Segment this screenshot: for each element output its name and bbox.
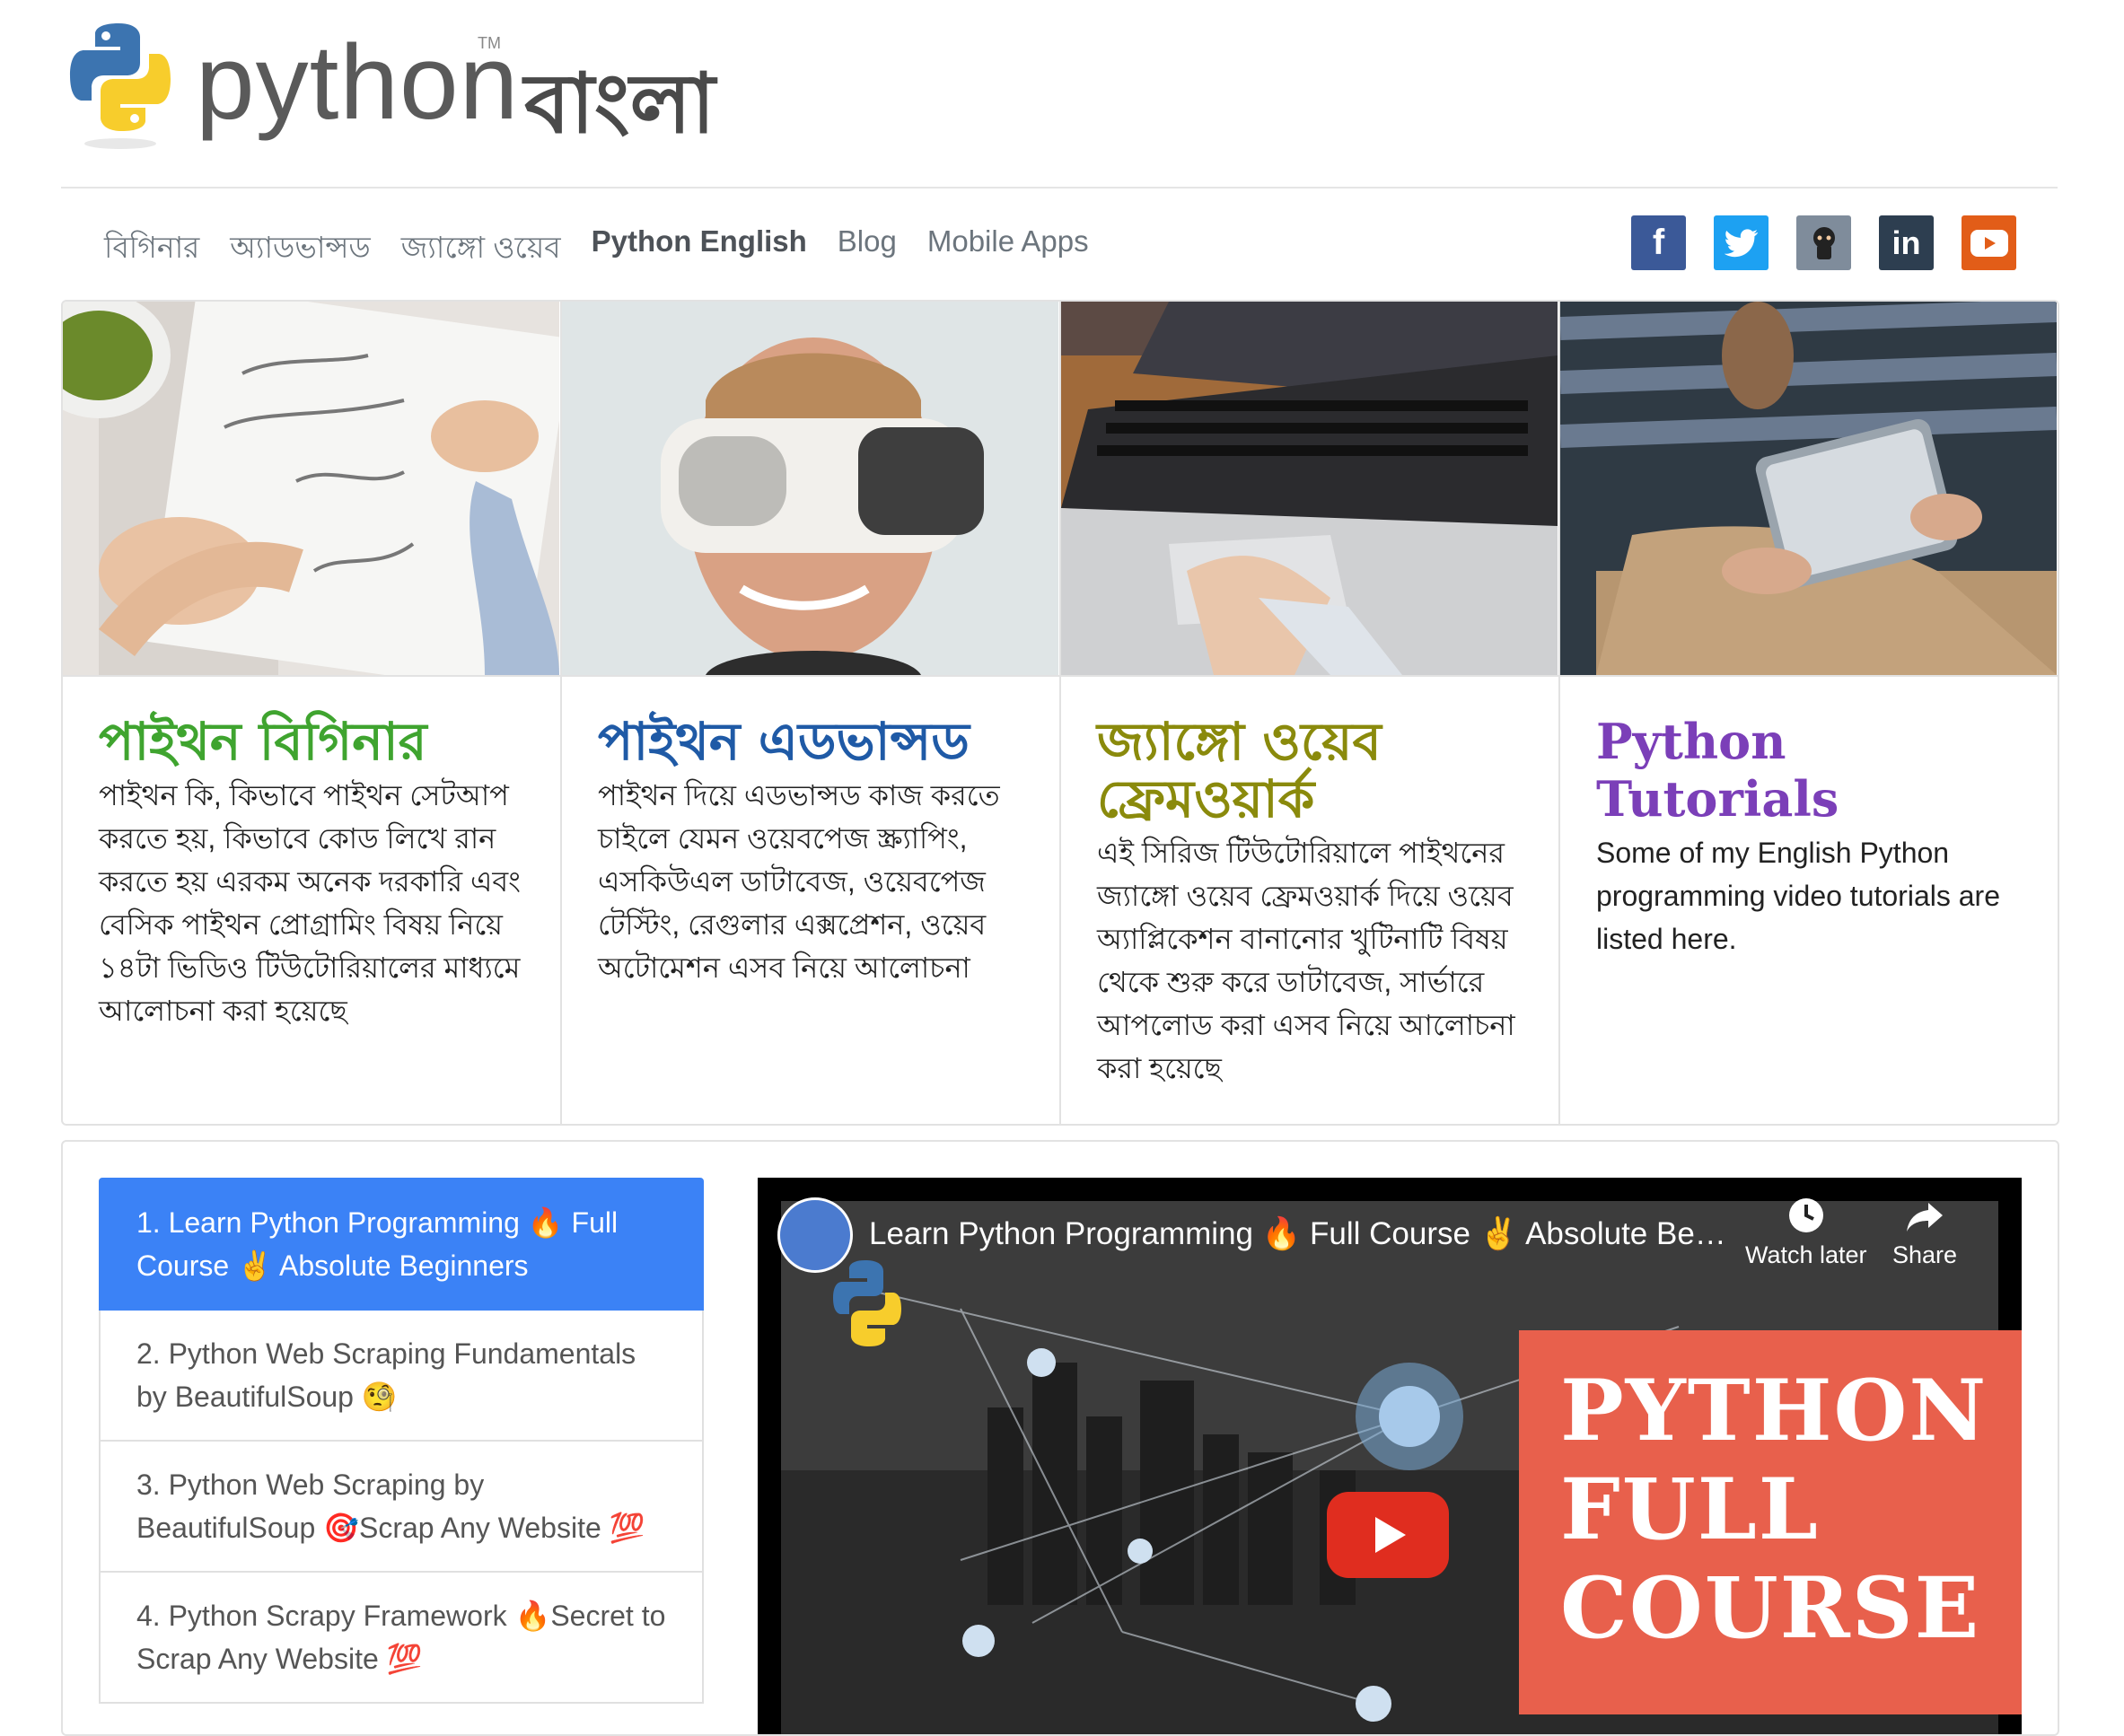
card-beginner-text: পাইথন কি, কিভাবে পাইথন সেটআপ করতে হয়, ক…: [99, 779, 521, 1027]
play-icon: [1375, 1517, 1406, 1553]
main-nav: বিগিনার অ্যাডভান্সড জ্যাঙ্গো ওয়েব Pytho…: [104, 224, 1089, 275]
card-advanced[interactable]: পাইথন এডভান্সড পাইথন দিয়ে এডভান্সড কাজ …: [562, 302, 1061, 1124]
promo-line-2: FULL: [1560, 1460, 1820, 1559]
watch-later-button[interactable]: Watch later: [1745, 1196, 1867, 1269]
nav-link-beginner[interactable]: বিগিনার: [104, 224, 199, 275]
nav-link-python-english[interactable]: Python English: [592, 224, 807, 275]
card-django-image: [1061, 302, 1558, 677]
course-promo-banner: PYTHON FULL COURSE: [1519, 1330, 2022, 1714]
nav-link-advanced[interactable]: অ্যাডভান্সড: [230, 224, 370, 275]
card-python-tutorials-title: Python Tutorials: [1596, 713, 1839, 828]
share-label: Share: [1892, 1241, 1958, 1268]
facebook-icon[interactable]: f: [1631, 215, 1686, 270]
social-links: f in: [1631, 215, 2016, 270]
card-advanced-image: [562, 302, 1059, 677]
octocat-icon: [1812, 226, 1835, 259]
header-divider: [61, 187, 2058, 189]
nav-link-django-web[interactable]: জ্যাঙ্গো ওয়েব: [401, 224, 561, 275]
card-beginner-image: [63, 302, 560, 677]
logo-bangla: বাংলা: [524, 58, 715, 150]
twitter-icon[interactable]: [1714, 215, 1769, 270]
play-button[interactable]: [1327, 1492, 1449, 1578]
card-django-title: জ্যাঙ্গো ওয়েব ফ্রেমওয়ার্ক: [1097, 711, 1382, 829]
nav-link-blog[interactable]: Blog: [838, 224, 897, 275]
linkedin-icon[interactable]: in: [1879, 215, 1934, 270]
playlist-item-1[interactable]: 1. Learn Python Programming 🔥 Full Cours…: [99, 1178, 704, 1311]
card-django-text: এই সিরিজ টিউটোরিয়ালে পাইথনের জ্যাঙ্গো ও…: [1097, 837, 1515, 1084]
youtube-play-icon: [1970, 229, 2008, 257]
nav-link-mobile-apps[interactable]: Mobile Apps: [927, 224, 1089, 275]
promo-line-1: PYTHON: [1560, 1362, 1988, 1460]
promo-line-3: COURSE: [1560, 1559, 1981, 1658]
share-arrow-icon: [1907, 1203, 1944, 1232]
clock-icon: [1788, 1198, 1823, 1232]
card-beginner[interactable]: পাইথন বিগিনার পাইথন কি, কিভাবে পাইথন সেট…: [63, 302, 562, 1124]
card-python-tutorials-image: [1560, 302, 2058, 677]
site-logo[interactable]: python TM বাংলা: [66, 16, 874, 160]
card-advanced-text: পাইথন দিয়ে এডভান্সড কাজ করতে চাইলে যেমন…: [598, 779, 1000, 984]
python-logo-icon: [70, 23, 171, 149]
video-playlist: 1. Learn Python Programming 🔥 Full Cours…: [99, 1178, 704, 1704]
facebook-glyph: f: [1652, 223, 1665, 262]
playlist-item-3[interactable]: 3. Python Web Scraping by BeautifulSoup …: [99, 1442, 704, 1573]
linkedin-glyph: in: [1891, 224, 1921, 261]
card-python-tutorials-text: Some of my English Python programming vi…: [1596, 837, 2000, 955]
course-cards: পাইথন বিগিনার পাইথন কি, কিভাবে পাইথন সেট…: [61, 300, 2059, 1126]
playlist-item-2[interactable]: 2. Python Web Scraping Fundamentals by B…: [99, 1311, 704, 1442]
video-title[interactable]: Learn Python Programming 🔥 Full Course ✌…: [869, 1215, 1726, 1252]
card-python-tutorials[interactable]: Python Tutorials Some of my English Pyth…: [1560, 302, 2058, 1124]
twitter-bird-icon: [1724, 228, 1758, 257]
youtube-icon[interactable]: [1962, 215, 2016, 270]
logo-wordmark: python: [196, 23, 520, 142]
watch-later-label: Watch later: [1745, 1241, 1867, 1268]
youtube-player[interactable]: Learn Python Programming 🔥 Full Course ✌…: [758, 1178, 2022, 1734]
playlist-item-4[interactable]: 4. Python Scrapy Framework 🔥Secret to Sc…: [99, 1573, 704, 1704]
github-icon[interactable]: [1796, 215, 1851, 270]
card-beginner-title: পাইথন বিগিনার: [99, 711, 427, 772]
logo-trademark: TM: [478, 34, 501, 52]
card-advanced-title: পাইথন এডভান্সড: [598, 711, 970, 772]
channel-avatar[interactable]: [777, 1197, 853, 1273]
video-section: 1. Learn Python Programming 🔥 Full Cours…: [61, 1140, 2059, 1736]
share-button[interactable]: Share: [1892, 1196, 1957, 1269]
card-django[interactable]: জ্যাঙ্গো ওয়েব ফ্রেমওয়ার্ক এই সিরিজ টিউ…: [1061, 302, 1560, 1124]
